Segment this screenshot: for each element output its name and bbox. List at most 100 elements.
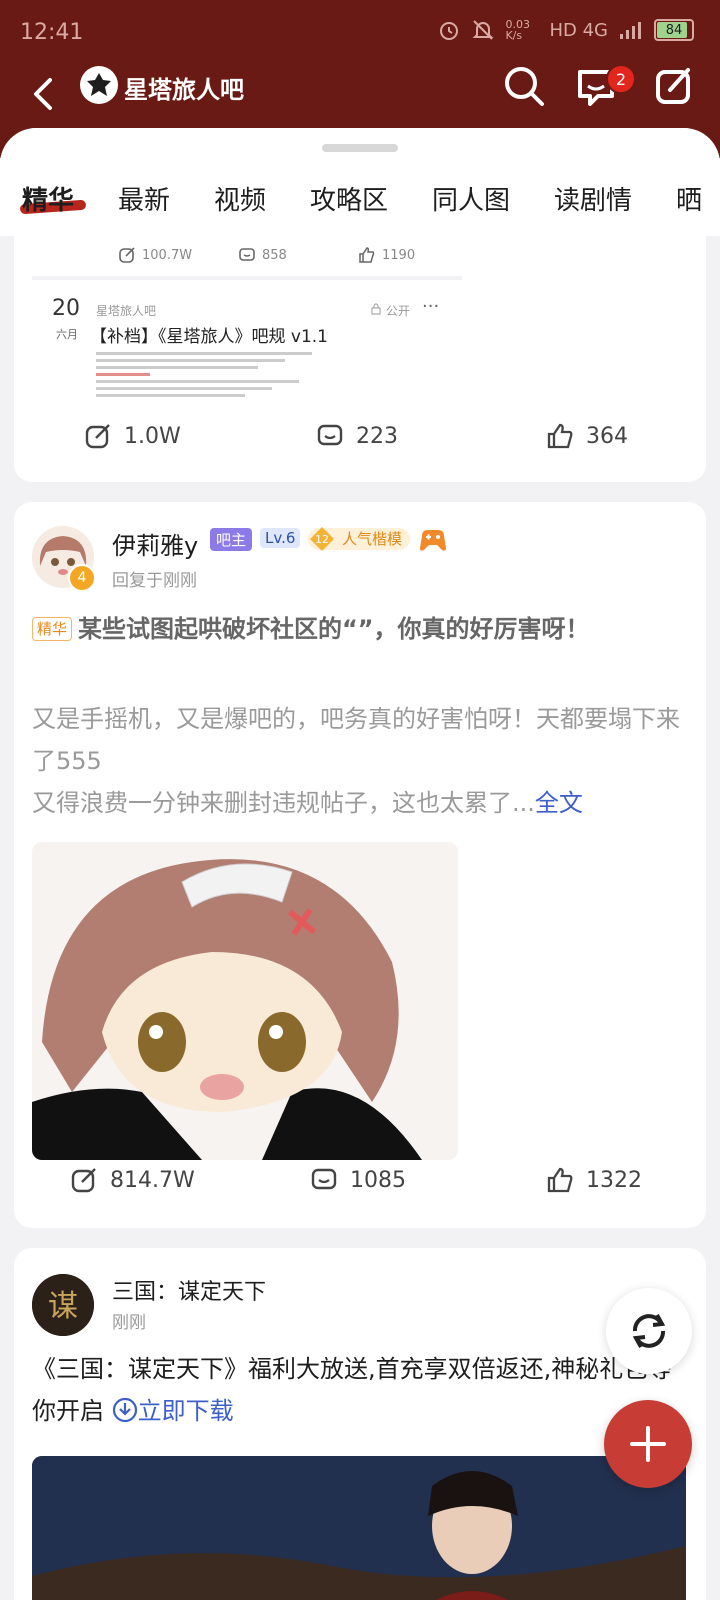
alarm-icon bbox=[440, 22, 459, 40]
mute-icon bbox=[473, 20, 494, 40]
tab-guides[interactable]: 攻略区 bbox=[310, 180, 388, 217]
post-body-text-2: 又得浪费一分钟来删封违规帖子，这也太累了... bbox=[32, 789, 535, 817]
views-stat[interactable]: 1.0W bbox=[84, 422, 181, 450]
post-card-2[interactable]: 4 伊莉雅y 吧主 Lv.6 人气楷模 12 回复于刚刚 精华 某些试图起哄破坏社… bbox=[14, 502, 706, 1228]
date-day: 20 bbox=[52, 296, 80, 321]
embedded-post-title[interactable]: 【补档】《星塔旅人》吧规 v1.1 bbox=[90, 322, 328, 347]
tab-fanart[interactable]: 同人图 bbox=[432, 180, 510, 217]
embedded-views: 100.7W bbox=[118, 246, 238, 264]
author-name[interactable]: 伊莉雅y bbox=[112, 526, 198, 561]
embedded-likes-count: 1190 bbox=[382, 247, 416, 263]
owner-tag: 吧主 bbox=[210, 528, 253, 551]
comments-count: 1085 bbox=[350, 1167, 406, 1193]
ad-banner-image[interactable] bbox=[32, 1456, 686, 1600]
back-icon[interactable] bbox=[30, 76, 60, 112]
download-link[interactable]: 立即下载 bbox=[112, 1397, 234, 1425]
post-body-line-2: 又得浪费一分钟来删封违规帖子，这也太累了...全文 bbox=[32, 782, 692, 824]
diamond-icon: 12 bbox=[310, 527, 334, 551]
post-card-1[interactable]: 100.7W 858 1190 20 六月 星塔旅人吧 公开 ··· 【补档】《… bbox=[14, 236, 706, 482]
tab-essence[interactable]: 精华 bbox=[22, 180, 74, 217]
message-badge: 2 bbox=[606, 64, 636, 94]
views-stat[interactable]: 814.7W bbox=[70, 1166, 195, 1194]
game-logo[interactable]: 谋 bbox=[32, 1274, 94, 1336]
forum-logo-icon bbox=[87, 73, 111, 96]
download-label: 立即下载 bbox=[137, 1397, 234, 1425]
embedded-stats: 100.7W 858 1190 bbox=[118, 246, 478, 264]
svg-text:谋: 谋 bbox=[48, 1289, 78, 1324]
visibility-label: 公开 bbox=[370, 302, 410, 319]
thumb-up-icon bbox=[359, 247, 375, 263]
anime-girl-image bbox=[32, 842, 458, 1160]
embedded-forum-name: 星塔旅人吧 bbox=[96, 304, 157, 318]
battery-level: 84 bbox=[665, 22, 683, 38]
forum-title[interactable]: 星塔旅人吧 bbox=[124, 70, 244, 105]
date-month: 六月 bbox=[56, 328, 78, 341]
plus-icon bbox=[630, 1426, 666, 1462]
visibility-text: 公开 bbox=[385, 304, 410, 318]
game-logo-image: 谋 bbox=[32, 1274, 94, 1336]
top-nav: 星塔旅人吧 2 bbox=[0, 64, 720, 128]
ad-banner-art bbox=[32, 1456, 686, 1600]
refresh-button[interactable] bbox=[606, 1288, 692, 1374]
full-text-link[interactable]: 全文 bbox=[535, 789, 583, 817]
network-type: HD 4G bbox=[549, 19, 608, 41]
signal-icon bbox=[620, 22, 641, 39]
drag-handle[interactable] bbox=[322, 144, 398, 152]
post-1-stats: 1.0W 223 364 bbox=[14, 422, 706, 462]
embedded-comments-count: 858 bbox=[262, 247, 287, 263]
level-tag: Lv.6 bbox=[260, 528, 301, 548]
avatar-level-badge: 4 bbox=[68, 564, 96, 592]
post-title-text: 某些试图起哄破坏社区的“”，你真的好厉害呀！ bbox=[78, 615, 590, 643]
popularity-level: 12 bbox=[315, 533, 329, 546]
tab-story[interactable]: 读剧情 bbox=[554, 180, 632, 217]
search-icon[interactable] bbox=[502, 64, 546, 108]
thumb-up-icon bbox=[547, 1167, 573, 1193]
comments-count: 223 bbox=[356, 423, 398, 449]
compose-icon[interactable] bbox=[652, 64, 696, 108]
sheet-header: 精华 最新 视频 攻略区 同人图 读剧情 晒 bbox=[0, 128, 720, 236]
divider bbox=[32, 276, 462, 280]
post-image[interactable] bbox=[32, 842, 458, 1160]
ad-card[interactable]: 谋 三国：谋定天下 刚刚 《三国：谋定天下》福利大放送,首充享双倍返还,神秘礼包… bbox=[14, 1248, 706, 1600]
likes-stat[interactable]: 364 bbox=[546, 422, 628, 450]
likes-stat[interactable]: 1322 bbox=[546, 1166, 642, 1194]
comment-icon bbox=[311, 1168, 337, 1190]
status-icons: 0.03 K/s HD 4G 84 bbox=[437, 18, 694, 42]
tab-bar: 精华 最新 视频 攻略区 同人图 读剧情 晒 bbox=[0, 180, 720, 228]
share-icon bbox=[85, 424, 110, 449]
document-thumbnail bbox=[96, 348, 366, 408]
embedded-views-count: 100.7W bbox=[142, 247, 193, 263]
thumb-up-icon bbox=[547, 423, 573, 449]
embedded-comments: 858 bbox=[238, 246, 358, 264]
likes-count: 1322 bbox=[586, 1167, 642, 1193]
post-body[interactable]: 又是手摇机，又是爆吧的，吧务真的好害怕呀！天都要塌下来了555 又得浪费一分钟来… bbox=[32, 698, 692, 824]
gamepad-icon bbox=[420, 530, 446, 551]
more-icon[interactable]: ··· bbox=[422, 296, 439, 317]
embedded-likes: 1190 bbox=[358, 246, 478, 264]
post-2-stats: 814.7W 1085 1322 bbox=[14, 1166, 706, 1206]
views-count: 1.0W bbox=[124, 423, 181, 449]
refresh-icon bbox=[632, 1314, 666, 1348]
comments-stat[interactable]: 1085 bbox=[310, 1166, 406, 1194]
tab-share[interactable]: 晒 bbox=[676, 180, 702, 217]
ad-time: 刚刚 bbox=[112, 1313, 146, 1333]
new-post-button[interactable] bbox=[604, 1400, 692, 1488]
post-body-line-1: 又是手摇机，又是爆吧的，吧务真的好害怕呀！天都要塌下来了555 bbox=[32, 705, 680, 775]
reply-time: 回复于刚刚 bbox=[112, 571, 197, 591]
share-icon bbox=[119, 247, 135, 263]
tab-video[interactable]: 视频 bbox=[214, 180, 266, 217]
forum-logo[interactable] bbox=[80, 66, 118, 104]
comments-stat[interactable]: 223 bbox=[316, 422, 398, 450]
comment-icon bbox=[239, 248, 255, 261]
post-title[interactable]: 精华 某些试图起哄破坏社区的“”，你真的好厉害呀！ bbox=[32, 608, 682, 650]
views-count: 814.7W bbox=[110, 1167, 195, 1193]
status-time: 12:41 bbox=[20, 20, 84, 45]
advertiser-name[interactable]: 三国：谋定天下 bbox=[112, 1274, 266, 1306]
lock-icon bbox=[371, 303, 381, 315]
comment-icon bbox=[317, 424, 343, 446]
ad-text[interactable]: 《三国：谋定天下》福利大放送,首充享双倍返还,神秘礼包等你开启 立即下载 bbox=[32, 1348, 692, 1432]
status-bar: 12:41 0.03 K/s HD 4G 84 bbox=[0, 0, 720, 64]
essence-tag: 精华 bbox=[32, 617, 73, 641]
tab-latest[interactable]: 最新 bbox=[118, 180, 170, 217]
share-icon bbox=[71, 1168, 96, 1193]
